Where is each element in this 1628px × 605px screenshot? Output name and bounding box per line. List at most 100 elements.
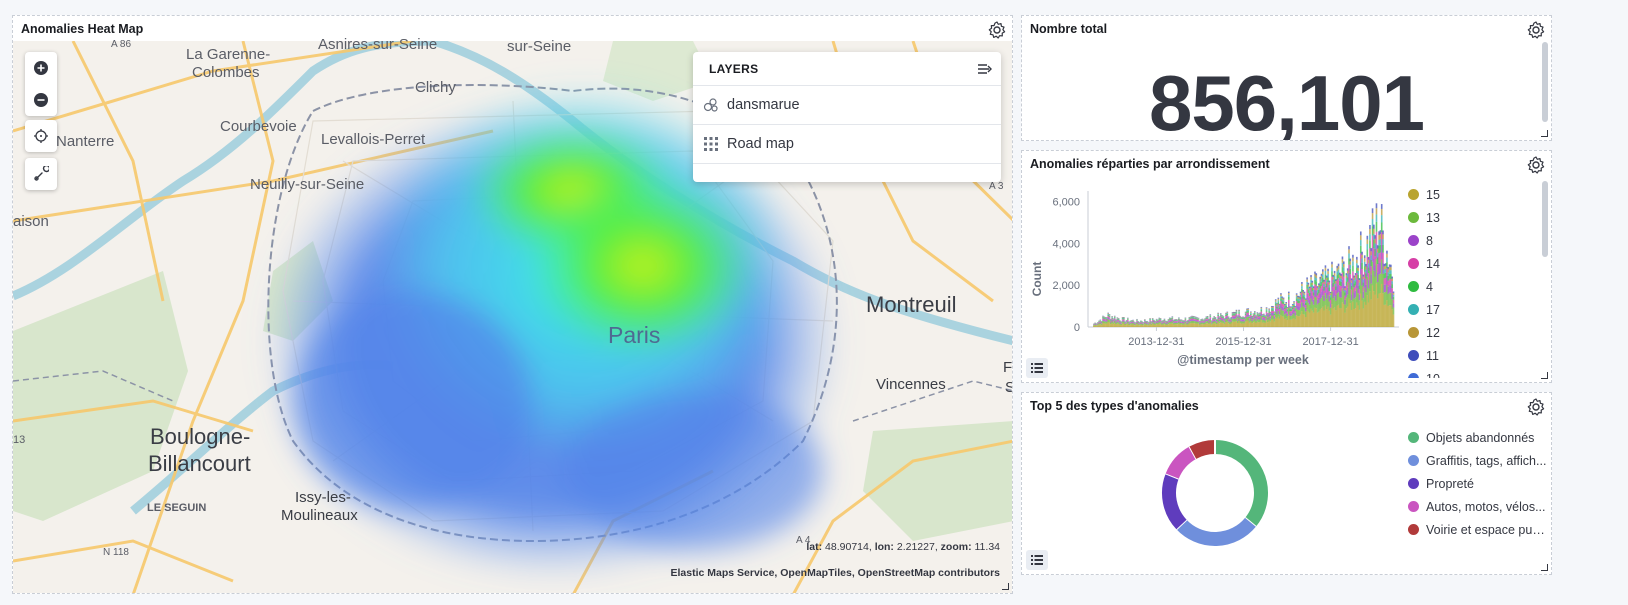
histogram-bar — [1366, 249, 1369, 257]
donut-slice[interactable] — [1189, 440, 1216, 459]
legend-item[interactable]: 8 — [1408, 229, 1528, 252]
histogram-bar — [1333, 270, 1336, 274]
resize-handle[interactable] — [1002, 583, 1009, 590]
histogram-bar — [1250, 311, 1252, 313]
histogram-bar — [1260, 309, 1263, 312]
histogram-panel: Anomalies réparties par arrondissement C… — [1021, 150, 1552, 383]
legend-label: Voirie et espace pub... — [1426, 522, 1548, 537]
histogram-bar — [1287, 296, 1290, 300]
collapse-icon[interactable] — [977, 62, 993, 76]
histogram-bar — [1342, 276, 1345, 284]
legend-color-dot — [1408, 235, 1419, 246]
histogram-bar — [1375, 208, 1378, 215]
histogram-bar — [1356, 259, 1358, 264]
resize-handle[interactable] — [1541, 372, 1548, 379]
list-icon — [1031, 363, 1043, 373]
histogram-bar — [1151, 318, 1154, 320]
donut-chart[interactable] — [1155, 433, 1275, 553]
histogram-bar — [1235, 309, 1238, 311]
histogram-bar — [1280, 294, 1282, 297]
gear-icon[interactable] — [1526, 155, 1546, 175]
legend-item[interactable]: Voirie et espace pub... — [1408, 518, 1548, 541]
gear-icon[interactable] — [1526, 20, 1546, 40]
histogram-bar — [1392, 303, 1395, 308]
layers-panel: LAYERS dansmarue Road map — [693, 52, 1001, 182]
legend-toggle-button[interactable] — [1026, 358, 1048, 378]
donut-slice[interactable] — [1162, 473, 1187, 530]
legend-item[interactable]: 13 — [1408, 206, 1528, 229]
legend-item[interactable]: Propreté — [1408, 472, 1548, 495]
zoom-out-button[interactable] — [25, 84, 57, 116]
donut-slice[interactable] — [1176, 517, 1256, 546]
histogram-bar — [1107, 312, 1110, 314]
histogram-bar — [1361, 258, 1363, 264]
legend-item[interactable]: Autos, motos, vélos... — [1408, 495, 1548, 518]
histogram-bar — [1342, 267, 1345, 272]
histogram-bar — [1274, 301, 1277, 304]
scrollbar[interactable] — [1542, 181, 1548, 257]
y-axis-title: Count — [1030, 262, 1044, 297]
layers-header: LAYERS — [693, 52, 1001, 86]
legend-label: 11 — [1426, 348, 1439, 363]
map-attribution[interactable]: Elastic Maps Service, OpenMapTiles, Open… — [671, 567, 1000, 579]
histogram-bar — [1184, 319, 1187, 321]
donut-slice[interactable] — [1165, 446, 1197, 479]
histogram-bar — [1206, 317, 1209, 318]
histogram-bar — [1214, 317, 1217, 319]
histogram-chart[interactable]: Count @timestamp per week 0 2,000 4,000 6,0… — [1022, 181, 1402, 381]
histogram-bar — [1209, 316, 1212, 318]
histogram-bar — [1250, 312, 1252, 314]
histogram-bar — [1260, 311, 1263, 314]
legend-item[interactable]: 17 — [1408, 298, 1528, 321]
histogram-bar — [1349, 264, 1352, 269]
histogram-bar — [1184, 318, 1187, 320]
legend-item[interactable]: 12 — [1408, 321, 1528, 344]
tools-button[interactable] — [25, 158, 57, 190]
histogram-bar — [1331, 267, 1333, 272]
histogram-bar — [1280, 293, 1282, 295]
gear-icon[interactable] — [987, 20, 1007, 40]
histogram-bar — [1226, 313, 1229, 316]
histogram-bar — [1366, 235, 1369, 240]
histogram-bar — [1256, 312, 1259, 313]
lon-label: lon: — [874, 541, 894, 553]
donut-slice[interactable] — [1214, 440, 1268, 527]
histogram-bar — [1238, 313, 1240, 316]
legend-item[interactable]: Objets abandonnés — [1408, 426, 1548, 449]
legend-item[interactable]: 4 — [1408, 275, 1528, 298]
y-tick-label: 0 — [1074, 322, 1080, 334]
scrollbar[interactable] — [1542, 42, 1548, 122]
histogram-bar — [1366, 239, 1369, 244]
histogram-bar — [1348, 246, 1350, 250]
layer-item-road-map[interactable]: Road map — [693, 125, 1001, 164]
histogram-bar — [1123, 319, 1125, 321]
legend-item[interactable]: Graffitis, tags, affich... — [1408, 449, 1548, 472]
legend-color-dot — [1408, 373, 1419, 378]
histogram-bar — [1219, 313, 1222, 314]
resize-handle[interactable] — [1541, 564, 1548, 571]
histogram-bar — [1328, 284, 1331, 288]
plus-circle-icon — [34, 61, 48, 75]
histogram-bar — [1171, 316, 1174, 318]
histogram-bar — [1303, 293, 1306, 295]
histogram-bar — [1380, 208, 1383, 216]
legend-item[interactable]: 10 — [1408, 367, 1528, 378]
histogram-bar — [1352, 265, 1354, 272]
histogram-bar — [1136, 320, 1138, 321]
histogram-bar — [1315, 275, 1318, 279]
legend-item[interactable]: 15 — [1408, 183, 1528, 206]
histogram-bar — [1382, 230, 1384, 235]
legend-color-dot — [1408, 455, 1419, 466]
zoom-in-button[interactable] — [25, 52, 57, 84]
legend-item[interactable]: 11 — [1408, 344, 1528, 367]
histogram-bar — [1293, 301, 1295, 303]
resize-handle[interactable] — [1541, 130, 1548, 137]
legend-toggle-button[interactable] — [1026, 550, 1048, 570]
histogram-bar — [1123, 320, 1125, 322]
histogram-bar — [1327, 268, 1329, 272]
histogram-bar — [1349, 261, 1352, 265]
legend-item[interactable]: 14 — [1408, 252, 1528, 275]
layer-item-dansmarue[interactable]: dansmarue — [693, 86, 1001, 125]
gear-icon[interactable] — [1526, 397, 1546, 417]
fit-bounds-button[interactable] — [25, 120, 57, 152]
